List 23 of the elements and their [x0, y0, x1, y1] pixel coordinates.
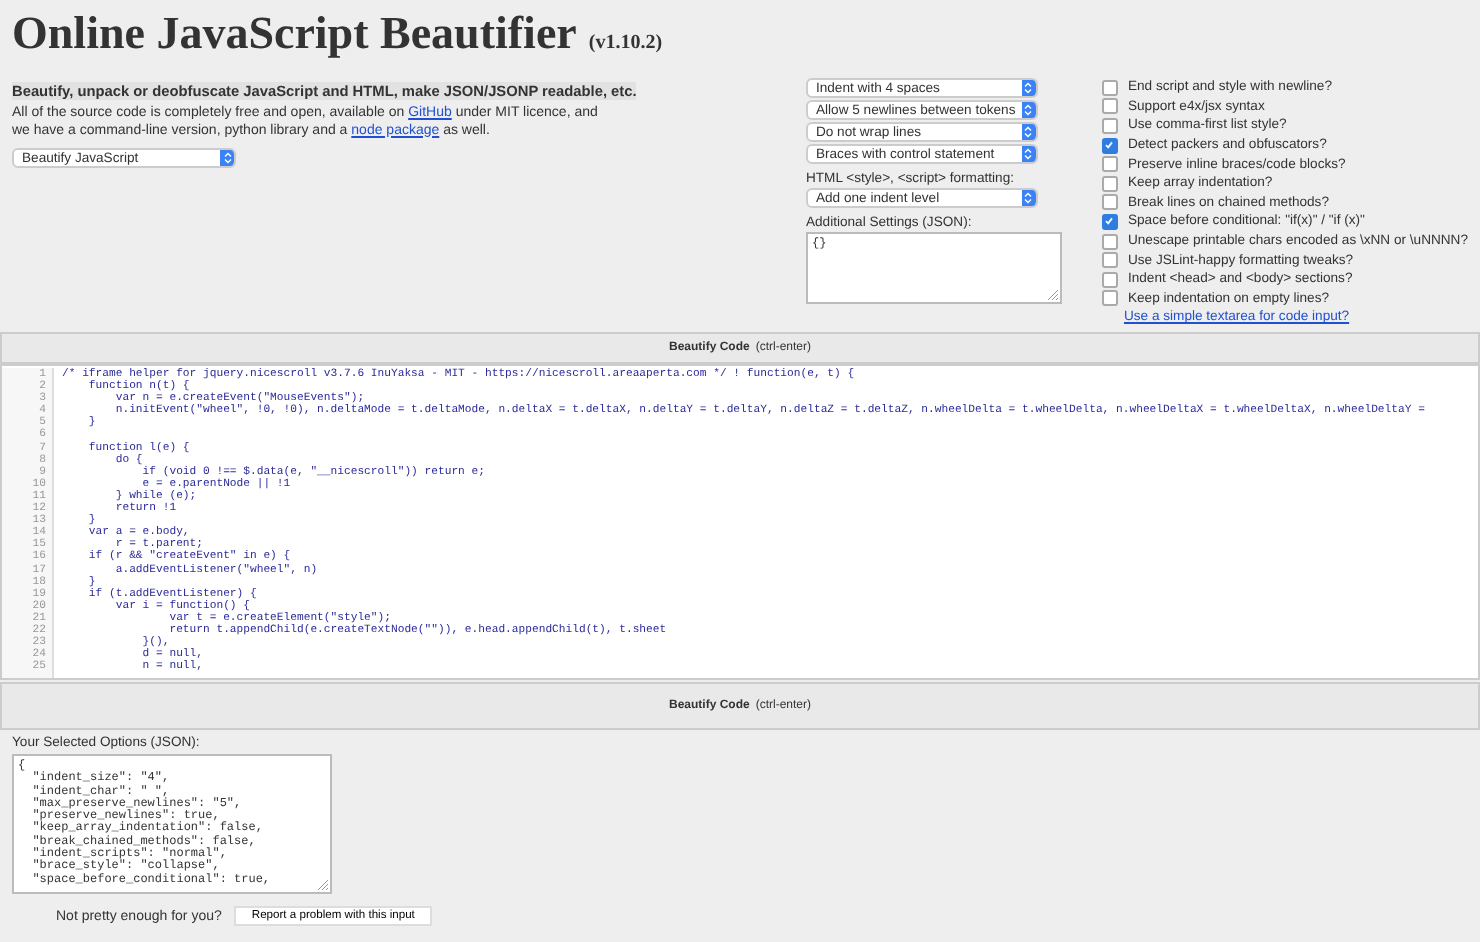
resize-grip-icon [1047, 290, 1058, 300]
checkbox[interactable] [1101, 233, 1118, 250]
select-arrows-icon [1024, 126, 1033, 138]
select-arrows-icon [1024, 148, 1033, 160]
page-title: Online JavaScript Beautifier [12, 8, 577, 60]
checkbox[interactable] [1101, 137, 1118, 154]
checkbox[interactable] [1101, 290, 1118, 307]
checkbox[interactable] [1101, 252, 1118, 269]
version-label: (v1.10.2) [588, 32, 663, 54]
checkbox[interactable] [1101, 79, 1118, 96]
select-arrows-icon [1024, 192, 1033, 204]
resize-grip-icon [318, 880, 328, 890]
checkbox[interactable] [1101, 213, 1118, 230]
code-editor[interactable] [0, 364, 1480, 680]
checkbox[interactable] [1101, 156, 1118, 173]
select-arrows-icon [1024, 104, 1033, 116]
select-arrows-icon [223, 152, 231, 164]
checkbox[interactable] [1101, 117, 1118, 134]
select-arrows-icon [1024, 82, 1033, 94]
checkbox[interactable] [1101, 175, 1118, 192]
checkbox[interactable] [1101, 194, 1118, 211]
checkbox[interactable] [1101, 98, 1118, 115]
checkbox[interactable] [1101, 271, 1118, 288]
